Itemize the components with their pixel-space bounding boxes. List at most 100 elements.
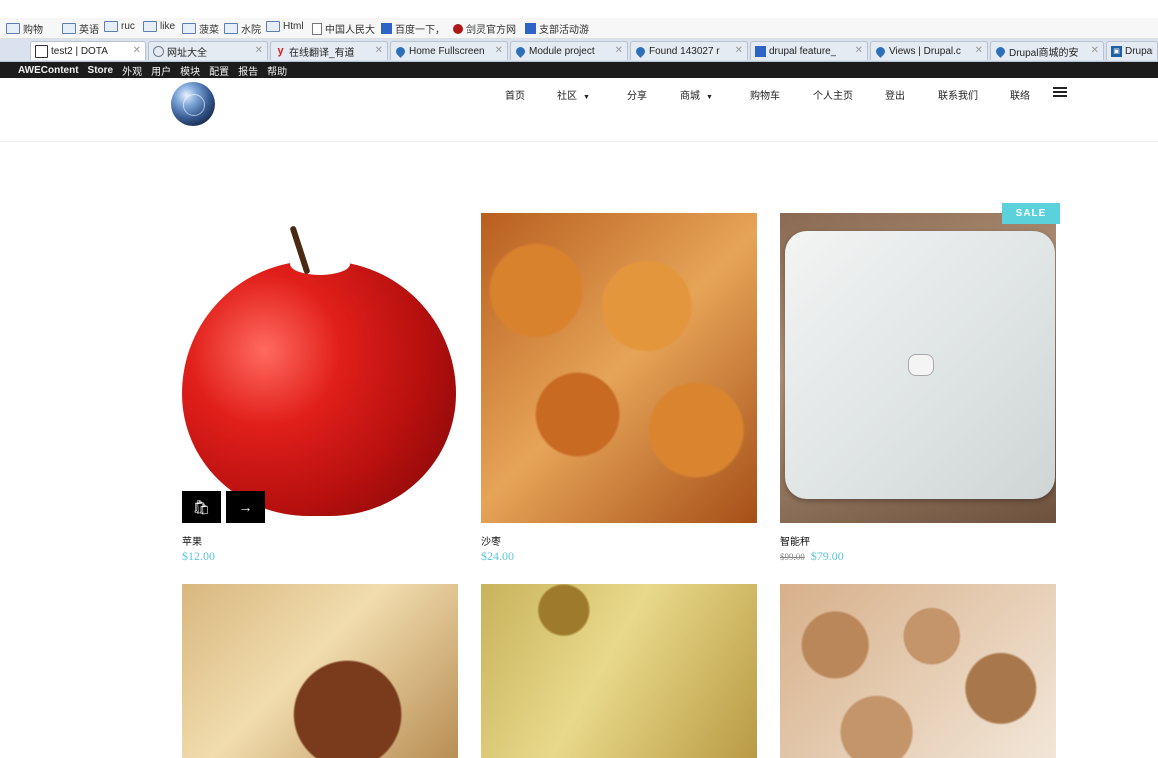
caret-down-icon: ▼: [583, 94, 590, 101]
nav-logout[interactable]: 登出: [885, 87, 905, 102]
product-card[interactable]: [481, 584, 757, 758]
tab-drupal-shop[interactable]: Drupal商城的安 ✕: [990, 41, 1104, 60]
nav-cart[interactable]: 购物车: [750, 87, 780, 102]
drupal-icon: [994, 44, 1007, 58]
bookmark-link[interactable]: 支部活动游: [525, 21, 589, 36]
product-price: $24.00: [481, 549, 514, 563]
admin-item-modules[interactable]: 模块: [180, 63, 200, 78]
bookmark-label: 英语: [79, 25, 99, 36]
nav-profile[interactable]: 个人主页: [813, 87, 853, 102]
close-icon[interactable]: ✕: [735, 45, 743, 56]
bookmark-link[interactable]: 中国人民大: [312, 21, 375, 36]
tab-label: Found 143027 r: [649, 45, 720, 57]
shopping-bag-icon: 🛍: [192, 499, 211, 515]
admin-item-help[interactable]: 帮助: [267, 63, 287, 78]
drupal-icon: [874, 44, 887, 58]
drupal-icon: [514, 44, 527, 58]
admin-item-store[interactable]: Store: [88, 65, 114, 76]
view-product-button[interactable]: →: [226, 491, 265, 523]
bookmark-label: 百度一下，: [395, 25, 445, 36]
close-icon[interactable]: ✕: [975, 45, 983, 56]
product-card[interactable]: 沙枣 $24.00: [481, 213, 757, 568]
folder-icon: [62, 23, 76, 34]
tab-drupal[interactable]: ▣ Drupal: [1106, 41, 1158, 60]
tab-youdao[interactable]: y 在线翻译_有道 ✕: [270, 41, 388, 60]
scale-logo-icon: [908, 354, 934, 376]
bookmark-folder[interactable]: 英语: [62, 21, 99, 36]
admin-item-awecontent[interactable]: AWEContent: [18, 65, 79, 76]
tab-home-fullscreen[interactable]: Home Fullscreen ✕: [390, 41, 508, 60]
blue-square-icon: ▣: [1111, 45, 1122, 57]
nav-label: 商城: [680, 91, 700, 102]
close-icon[interactable]: ✕: [615, 45, 623, 56]
admin-item-people[interactable]: 用户: [151, 63, 171, 78]
admin-item-reports[interactable]: 报告: [238, 63, 258, 78]
bookmark-folder[interactable]: 购物: [6, 21, 43, 36]
bookmark-label: 剑灵官方网: [466, 25, 516, 36]
bookmark-folder[interactable]: like: [143, 21, 175, 32]
product-image-walnuts[interactable]: [780, 584, 1056, 758]
product-title[interactable]: 智能秤: [780, 533, 810, 548]
site-logo[interactable]: [171, 82, 215, 126]
product-card[interactable]: [182, 584, 458, 758]
product-image-dates[interactable]: [481, 213, 757, 523]
product-image-figs[interactable]: [182, 584, 458, 758]
bookmark-label: 中国人民大: [325, 25, 375, 36]
baidu-icon: [525, 23, 536, 34]
close-icon[interactable]: ✕: [375, 45, 383, 56]
folder-icon: [143, 21, 157, 32]
bookmark-label: 购物: [23, 25, 43, 36]
close-icon[interactable]: ✕: [495, 45, 503, 56]
nav-share[interactable]: 分享: [627, 87, 647, 102]
product-image-smart-scale[interactable]: [780, 213, 1056, 523]
bookmark-label: 菠菜: [199, 25, 219, 36]
close-icon[interactable]: ✕: [255, 45, 263, 56]
bookmark-folder[interactable]: ruc: [104, 21, 135, 32]
tab-drupal-feature[interactable]: drupal feature_ ✕: [750, 41, 868, 60]
nav-shop[interactable]: 商城 ▼: [680, 87, 713, 102]
product-title[interactable]: 苹果: [182, 533, 202, 548]
folder-icon: [224, 23, 238, 34]
tab-module-project[interactable]: Module project ✕: [510, 41, 628, 60]
arrow-right-icon: →: [238, 499, 253, 515]
bookmark-label: like: [160, 21, 176, 32]
close-icon[interactable]: ✕: [1091, 45, 1099, 56]
tab-label: 网址大全: [167, 47, 207, 59]
tab-label: test2 | DOTA: [51, 45, 108, 57]
sale-badge: SALE: [1002, 203, 1060, 224]
nav-community[interactable]: 社区 ▼: [557, 87, 590, 102]
tab-test2[interactable]: test2 | DOTA ✕: [30, 41, 146, 60]
page-icon: [312, 22, 322, 35]
menu-icon[interactable]: [1053, 87, 1067, 97]
product-image-apple[interactable]: 🛍 →: [182, 213, 458, 523]
baidu-icon: [381, 23, 392, 34]
bookmark-folder[interactable]: Html: [266, 21, 304, 32]
bookmark-link[interactable]: 百度一下，: [381, 21, 445, 36]
product-card[interactable]: 🛍 → 苹果 $12.00: [182, 213, 458, 568]
product-card[interactable]: [780, 584, 1056, 758]
tab-url-directory[interactable]: 网址大全 ✕: [148, 41, 268, 60]
admin-item-appearance[interactable]: 外观: [122, 63, 142, 78]
nav-link[interactable]: 联络: [1010, 87, 1030, 102]
product-image-raisins[interactable]: [481, 584, 757, 758]
tab-views-drupal[interactable]: Views | Drupal.c ✕: [870, 41, 988, 60]
scale-plate: [785, 231, 1055, 499]
admin-item-config[interactable]: 配置: [209, 63, 229, 78]
bookmark-folder[interactable]: 水院: [224, 21, 261, 36]
bookmark-link[interactable]: 剑灵官方网: [453, 21, 516, 36]
bookmarks-bar: 购物 英语 ruc like 菠菜 水院 Html 中国人民大 百度一下， 剑灵…: [0, 18, 1158, 39]
tab-found[interactable]: Found 143027 r ✕: [630, 41, 748, 60]
logo-ring: [183, 94, 205, 116]
caret-down-icon: ▼: [706, 94, 713, 101]
close-icon[interactable]: ✕: [133, 45, 141, 56]
address-bar[interactable]: [0, 0, 1158, 19]
product-card[interactable]: SALE 智能秤 $99.00 $79.00: [780, 203, 1060, 568]
nav-home[interactable]: 首页: [505, 87, 525, 102]
nav-contact[interactable]: 联系我们: [938, 87, 978, 102]
close-icon[interactable]: ✕: [855, 45, 863, 56]
bookmark-folder[interactable]: 菠菜: [182, 21, 219, 36]
product-title[interactable]: 沙枣: [481, 533, 501, 548]
folder-icon: [104, 21, 118, 32]
add-to-cart-button[interactable]: 🛍: [182, 491, 221, 523]
baidu-icon: [755, 45, 766, 57]
